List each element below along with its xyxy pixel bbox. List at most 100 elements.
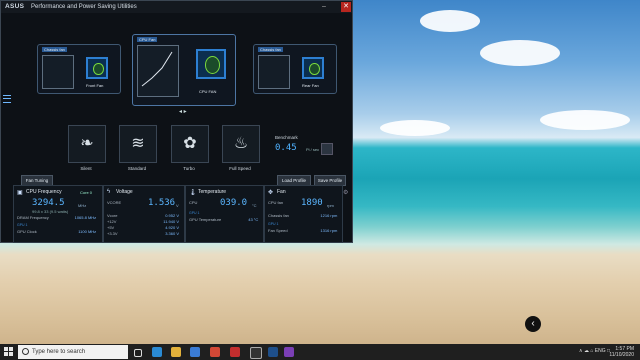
row-value: 4.920 V: [165, 225, 179, 230]
app-icon[interactable]: [210, 347, 220, 357]
gpu-temp-row: GPU Temperature 43 °C: [189, 217, 258, 222]
mode-fullspeed-button[interactable]: ♨: [222, 125, 260, 163]
taskbar-search[interactable]: Type here to search: [18, 345, 128, 359]
store-icon[interactable]: [190, 347, 200, 357]
taskbar: Type here to search ∧ ☁ ⌂ ENG □ 1:57 PM …: [0, 344, 640, 360]
fan-caption: Front Fan: [86, 83, 104, 88]
benchmark-unit: Pi / sec: [306, 147, 320, 152]
row-value: 11.940 V: [163, 219, 179, 224]
asus-app-icon[interactable]: [268, 347, 278, 357]
row-label: Vcore: [107, 213, 118, 218]
fan-curve-chart: [42, 55, 74, 89]
row-label: +5V: [107, 225, 115, 230]
cpu-frequency-panel: ▣ CPU Frequency Core 0 3294.5 MHz 99.8 x…: [13, 185, 103, 243]
task-view-icon[interactable]: [134, 349, 142, 357]
benchmark-run-icon[interactable]: [321, 143, 333, 155]
app-icon[interactable]: [284, 347, 294, 357]
cloud: [420, 10, 480, 32]
cpu-fan-value: 1890: [301, 198, 323, 208]
row-label: +12V: [107, 219, 117, 224]
mode-standard-button[interactable]: ≋: [119, 125, 157, 163]
mode-turbo-button[interactable]: ✿: [171, 125, 209, 163]
voltage-panel: ϟ Voltage VCORE 1.536 V Vcore 0.952 V +12…: [103, 185, 185, 243]
gpu-link[interactable]: GPU 1: [189, 211, 200, 215]
clock-date: 11/10/2020: [609, 352, 634, 358]
row-label: +3.3V: [107, 231, 118, 236]
taskbar-clock[interactable]: 1:57 PM 11/10/2020: [609, 346, 634, 358]
cloud: [540, 110, 630, 130]
chassis-fan-row: Chassis fan 1216 rpm: [268, 213, 337, 218]
voltage-row: +3.3V 3.360 V: [107, 231, 179, 236]
cpu-fan-icon: [196, 49, 226, 79]
vcore-unit: V: [176, 203, 179, 208]
cpu-frequency-unit: MHz: [78, 203, 87, 208]
cpu-temp-value: 039.0: [220, 198, 248, 208]
mode-label: Standard: [127, 166, 147, 171]
system-tray[interactable]: ∧ ☁ ⌂ ENG □: [579, 348, 610, 354]
gpu-link[interactable]: GPU 1: [17, 223, 28, 227]
drag-handle-icon[interactable]: ‹: [525, 316, 541, 332]
fan-icon: [302, 57, 324, 79]
mode-silent-button[interactable]: ❧: [68, 125, 106, 163]
voltage-row: Vcore 0.952 V: [107, 213, 179, 218]
row-value: 0.952 V: [165, 213, 179, 218]
tornado-icon: ♨: [233, 135, 249, 152]
menu-icon[interactable]: [3, 95, 11, 103]
windows-start-icon[interactable]: [4, 347, 14, 357]
fan-curve-line: [141, 51, 173, 87]
cloud: [480, 40, 560, 66]
mode-label: Silent: [80, 166, 92, 171]
card-nav-arrows[interactable]: ◂ ▸: [179, 108, 187, 115]
minimize-button[interactable]: –: [319, 2, 329, 12]
left-fan-card[interactable]: Chassis fan Front Fan: [37, 44, 121, 94]
fan-icon: ✥: [268, 190, 274, 196]
wind-icon: ≋: [131, 135, 145, 152]
leaf-icon: ❧: [80, 135, 94, 152]
core-select[interactable]: Core 0: [80, 190, 92, 195]
row-label: GPU Temperature: [189, 217, 222, 222]
row-value: 3.360 V: [165, 231, 179, 236]
row-value: 1216 rpm: [320, 213, 338, 218]
voltage-row: +12V 11.940 V: [107, 219, 179, 224]
panel-title: CPU Frequency: [26, 189, 62, 195]
temperature-panel: 🌡 Temperature CPU 039.0 °C GPU 1 GPU Tem…: [185, 185, 264, 243]
thermometer-icon: 🌡: [189, 190, 197, 196]
benchmark-label: Benchmark: [275, 135, 298, 140]
settings-gear-icon[interactable]: ⚙: [343, 189, 348, 196]
fan-caption: CPU FAN: [199, 89, 217, 94]
row-label: DRAM Frequency: [17, 215, 49, 220]
gpu-clock-row: GPU Clock 1100 MHz: [17, 229, 96, 234]
row-label: GPU Clock: [17, 229, 37, 234]
gpu-link[interactable]: GPU 1: [268, 222, 279, 226]
cloud: [380, 120, 450, 136]
search-icon: [22, 348, 29, 355]
mode-label: Full Speed: [229, 166, 251, 171]
edge-icon[interactable]: [152, 347, 162, 357]
panel-title: Voltage: [116, 189, 133, 195]
window-title: Performance and Power Saving Utilities: [31, 4, 137, 10]
title-bar[interactable]: ASUS Performance and Power Saving Utilit…: [1, 1, 352, 13]
dram-row: DRAM Frequency 1065.8 MHz: [17, 215, 96, 220]
benchmark-value: 0.45: [275, 143, 297, 153]
card-label: Chassis fan: [42, 47, 67, 52]
app-icon[interactable]: [250, 347, 262, 359]
row-label: Fan Speed: [268, 228, 288, 233]
row-value: 1100 MHz: [78, 229, 97, 234]
asus-logo: ASUS: [5, 3, 25, 10]
fan-panel: ✥ Fan CPU fan 1890 rpm Chassis fan 1216 r…: [264, 185, 343, 243]
file-explorer-icon[interactable]: [171, 347, 181, 357]
center-fan-card[interactable]: CPU Fan CPU FAN: [132, 34, 236, 106]
fan-curve-chart: [137, 45, 179, 97]
fan-curve-chart: [258, 55, 290, 89]
app-icon[interactable]: [230, 347, 240, 357]
cpu-frequency-value: 3294.5: [32, 198, 65, 208]
fan-speed-row: Fan Speed 1316 rpm: [268, 228, 337, 233]
row-value: 1316 rpm: [320, 228, 338, 233]
cpu-icon: ▣: [17, 190, 23, 196]
cpu-temp-unit: °C: [252, 203, 257, 208]
search-placeholder: Type here to search: [32, 349, 86, 355]
fan-caption: Rear Fan: [302, 83, 319, 88]
panel-title: Temperature: [198, 189, 227, 195]
close-button[interactable]: ✕: [341, 2, 351, 12]
right-fan-card[interactable]: Chassis fan Rear Fan: [253, 44, 337, 94]
